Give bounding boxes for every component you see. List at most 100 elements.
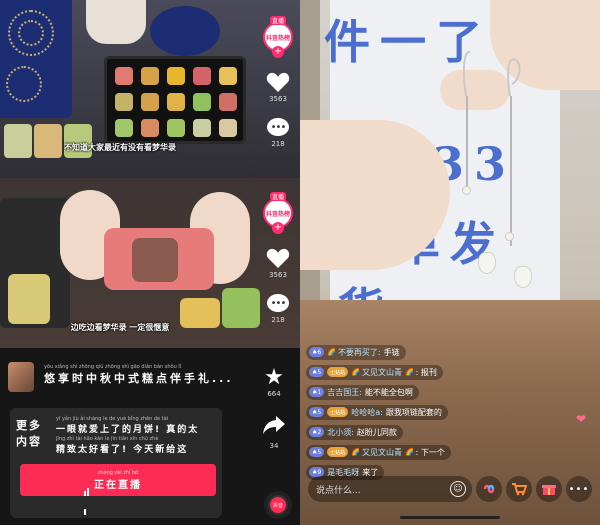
music-disc-label: 抖音 bbox=[270, 497, 286, 513]
live-button-label: 正在直播 bbox=[94, 479, 142, 491]
rainbow-icon: 🌈 bbox=[351, 368, 360, 376]
more-line-1: yī yǎn jiù ài shàng le de yuè bǐng zhēn … bbox=[56, 416, 221, 435]
level-badge: ♠ 2 bbox=[309, 427, 325, 437]
pearl-right bbox=[505, 232, 514, 241]
comment-text: 能不能全包啊 bbox=[364, 387, 413, 397]
comment-username: 又见文山青 bbox=[361, 447, 402, 457]
level-badge: ♠ 5 bbox=[309, 367, 325, 377]
rainbow-icon: 🌈 bbox=[351, 448, 360, 456]
link-icon[interactable] bbox=[476, 476, 502, 502]
mooncake-tin-image bbox=[0, 0, 72, 118]
left-phone: 不知道大家最近有没有看梦华录 直播 抖音热榜 + 3563 ••• 218 边吃… bbox=[0, 0, 300, 525]
live-comments: ♠ 6 🌈 不要再买了: 手链 ♠ 5 土姑姑 🌈 又见文山青 🌈 : 报刊 ♠… bbox=[306, 344, 586, 484]
product-title-text: 悠享时中秋中式糕点伴手礼... bbox=[44, 372, 234, 385]
product-thumbnail[interactable] bbox=[8, 362, 34, 392]
video-subtitle: 不知道大家最近有没有看梦华录 bbox=[64, 143, 176, 152]
comment-item[interactable]: ♠ 6 🌈 不要再买了: 手链 bbox=[306, 344, 586, 360]
live-now-button[interactable]: zhèng zài zhí bō 正在直播 bbox=[20, 464, 216, 515]
share-count: 34 bbox=[269, 442, 279, 450]
follow-button[interactable]: + bbox=[272, 46, 284, 58]
comment-count: 218 bbox=[271, 140, 285, 148]
comment-icon: ••• bbox=[267, 294, 289, 312]
comment-text: 手链 bbox=[383, 347, 400, 357]
product-title[interactable]: yōu xiǎng shí zhōng qiū zhōng shì gāo di… bbox=[44, 364, 234, 386]
live-logo: 抖音热榜 bbox=[265, 34, 290, 42]
gift-icon[interactable] bbox=[536, 476, 562, 502]
level-badge: ♠ 5 bbox=[309, 407, 325, 417]
share-icon[interactable] bbox=[262, 414, 286, 442]
action-rail-bottom: 直播 抖音热榜 + 3563 ••• 218 bbox=[262, 192, 294, 324]
rainbow-icon: 🌈 bbox=[404, 448, 414, 456]
action-rail-top: 直播 抖音热榜 + 3563 ••• 218 bbox=[262, 16, 294, 148]
emoji-icon[interactable]: ☺ bbox=[450, 481, 466, 497]
comment-button[interactable]: ••• bbox=[264, 115, 292, 139]
comment-count-2: 218 bbox=[271, 316, 285, 324]
more-line-2-text: 精致太好看了! 今天新给这 bbox=[56, 445, 189, 455]
like-count: 3563 bbox=[269, 95, 287, 103]
star-icon[interactable]: ★ bbox=[264, 366, 284, 390]
comment-item[interactable]: ♠ 1 吉吉国王: 能不能全包啊 bbox=[306, 384, 586, 400]
pearl-left bbox=[462, 186, 471, 195]
live-bottom-bar: 说点什么... ☺ ••• bbox=[300, 474, 600, 506]
comment-icon: ••• bbox=[267, 118, 289, 136]
level-badge: ♠ 1 bbox=[309, 387, 325, 397]
comment-input[interactable]: 说点什么... ☺ bbox=[308, 476, 472, 502]
comment-text: : 报刊 bbox=[415, 367, 437, 377]
comment-username: 又见文山青 bbox=[361, 367, 402, 377]
earring-hooks bbox=[462, 51, 521, 97]
more-content-card[interactable]: 更多内容 yī yǎn jiù ài shàng le de yuè bǐng … bbox=[10, 408, 222, 518]
heart-icon bbox=[266, 248, 290, 268]
comment-username: 吉吉国王: bbox=[327, 387, 362, 397]
earring-chain-left bbox=[466, 96, 468, 192]
like-count-2: 3563 bbox=[269, 271, 287, 279]
follow-button-2[interactable]: + bbox=[272, 222, 284, 234]
heart-icon bbox=[266, 72, 290, 92]
comment-text: 跟我项链配套的 bbox=[385, 407, 442, 417]
right-phone: 件一了 上场33号 三单发货 ♠ 6 🌈 不要再买了: 手链 bbox=[300, 0, 600, 525]
info-panel: yōu xiǎng shí zhōng qiū zhōng shì gāo di… bbox=[0, 348, 300, 525]
fan-badge: 土姑姑 bbox=[327, 447, 349, 457]
more-icon[interactable]: ••• bbox=[566, 476, 592, 502]
home-indicator bbox=[400, 516, 500, 519]
person-image bbox=[86, 0, 146, 44]
level-badge: ♠ 6 bbox=[309, 347, 325, 357]
cart-icon[interactable] bbox=[506, 476, 532, 502]
yellow-mooncake-image bbox=[8, 274, 50, 324]
live-badge-2: 直播 bbox=[269, 192, 286, 201]
tin-lid-image bbox=[150, 6, 220, 56]
rainbow-icon: 🌈 bbox=[404, 368, 414, 376]
more-line-2: jīng zhì tài hǎo kàn le jīn tiān xīn chū… bbox=[56, 436, 221, 455]
fan-badge: 土姑姑 bbox=[327, 407, 349, 417]
flower-charm-right bbox=[514, 266, 532, 288]
comment-input-placeholder: 说点什么... bbox=[316, 485, 361, 496]
video-mooncake-tin[interactable]: 不知道大家最近有没有看梦华录 直播 抖音热榜 + 3563 ••• 218 bbox=[0, 0, 300, 178]
level-badge: ♠ 5 bbox=[309, 447, 325, 457]
mooncake-tray-image bbox=[104, 56, 246, 144]
floating-heart-icon: ❤ bbox=[575, 412, 586, 426]
flower-charm-left bbox=[478, 252, 496, 274]
live-badge: 直播 bbox=[269, 16, 286, 25]
comment-text: 赵盼儿同款 bbox=[356, 427, 397, 437]
live-logo-2: 抖音热榜 bbox=[265, 210, 290, 218]
comment-username: 哈哈哈a: bbox=[351, 407, 383, 417]
like-button[interactable] bbox=[264, 70, 292, 94]
fan-badge: 土姑姑 bbox=[327, 367, 349, 377]
music-disc-icon[interactable]: 抖音 bbox=[264, 491, 292, 519]
like-button-2[interactable] bbox=[264, 246, 292, 270]
comment-item[interactable]: ♠ 5 土姑姑 🌈 又见文山青 🌈 : 报刊 bbox=[306, 364, 586, 380]
video-cut-mooncake[interactable]: 边吃边看梦华录 一定很惬意 直播 抖音热榜 + 3563 ••• 218 bbox=[0, 178, 300, 348]
screenshot-root: 不知道大家最近有没有看梦华录 直播 抖音热榜 + 3563 ••• 218 边吃… bbox=[0, 0, 600, 525]
comment-username: 北小须: bbox=[327, 427, 354, 437]
comment-item[interactable]: ♠ 5 土姑姑 哈哈哈a: 跟我项链配套的 bbox=[306, 404, 586, 420]
panel-action-rail: ★ 664 34 bbox=[256, 366, 292, 466]
comment-button-2[interactable]: ••• bbox=[264, 291, 292, 315]
earring-chain-right bbox=[510, 96, 512, 246]
video-subtitle-2: 边吃边看梦华录 一定很惬意 bbox=[70, 323, 170, 332]
comment-username: 不要再买了: bbox=[337, 347, 381, 357]
comment-text: : 下一个 bbox=[415, 447, 445, 457]
pink-mooncake-image bbox=[104, 228, 214, 290]
live-bars-icon bbox=[84, 477, 92, 515]
more-line-1-text: 一眼就爱上了的月饼! 真的太 bbox=[56, 425, 200, 435]
comment-item[interactable]: ♠ 2 北小须: 赵盼儿同款 bbox=[306, 424, 586, 440]
comment-item[interactable]: ♠ 5 土姑姑 🌈 又见文山青 🌈 : 下一个 bbox=[306, 444, 586, 460]
